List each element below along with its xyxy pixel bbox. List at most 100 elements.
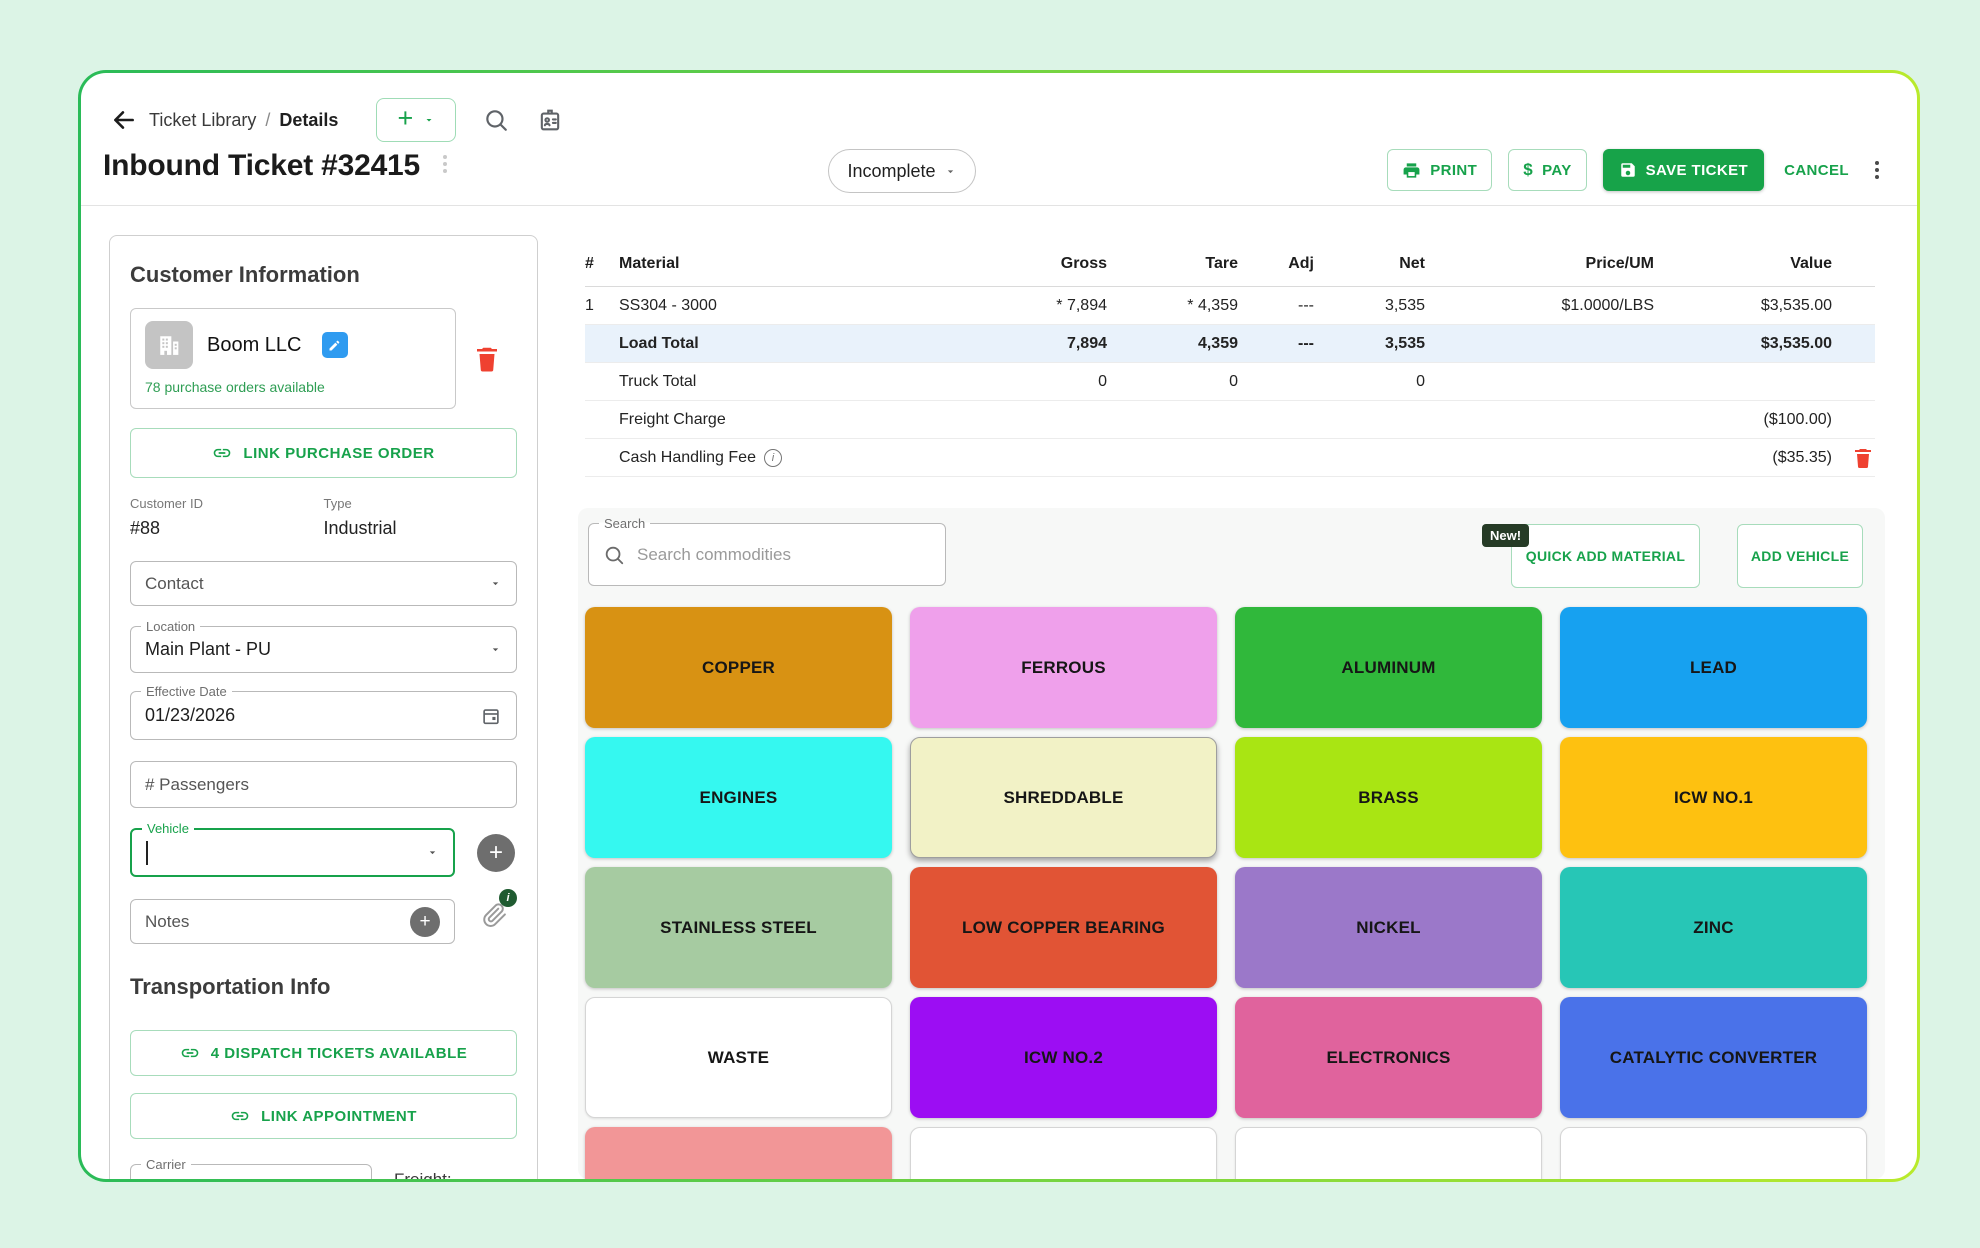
link-purchase-order-button[interactable]: LINK PURCHASE ORDER (130, 428, 517, 478)
commodity-partial-16[interactable] (585, 1127, 892, 1182)
delete-fee-trash-icon[interactable] (1851, 446, 1875, 470)
new-ticket-button[interactable]: + (376, 98, 456, 142)
customer-id-label: Customer ID (130, 496, 324, 511)
save-ticket-button[interactable]: SAVE TICKET (1603, 149, 1764, 191)
materials-table: # Material Gross Tare Adj Net Price/UM V… (585, 241, 1875, 477)
type-value: Industrial (324, 518, 518, 539)
commodity-zinc[interactable]: ZINC (1560, 867, 1867, 988)
commodity-label: ELECTRONICS (1326, 1048, 1450, 1068)
add-note-plus-button[interactable]: + (410, 907, 440, 937)
passengers-label: # Passengers (145, 775, 249, 795)
pay-button[interactable]: $ PAY (1508, 149, 1586, 191)
chevron-down-icon (489, 577, 502, 590)
attachment-area[interactable]: i (481, 901, 509, 929)
commodity-search-field[interactable]: Search (588, 523, 946, 586)
commodity-label: LOW COPPER BEARING (962, 918, 1165, 938)
customer-sidebar: Customer Information Boom LLC 78 purchas… (109, 235, 538, 1182)
commodity-electronics[interactable]: ELECTRONICS (1235, 997, 1542, 1118)
print-label: PRINT (1430, 162, 1477, 179)
commodity-label: LEAD (1690, 658, 1737, 678)
commodity-low-copper-bearing[interactable]: LOW COPPER BEARING (910, 867, 1217, 988)
customer-card[interactable]: Boom LLC 78 purchase orders available (130, 308, 456, 409)
passengers-field[interactable]: # Passengers (130, 761, 517, 808)
header-divider (81, 205, 1917, 206)
chevron-down-icon (426, 846, 439, 859)
type-label: Type (324, 496, 518, 511)
title-more-icon[interactable] (443, 155, 447, 173)
commodity-copper[interactable]: COPPER (585, 607, 892, 728)
commodity-lead[interactable]: LEAD (1560, 607, 1867, 728)
chevron-down-icon (423, 114, 435, 126)
contact-select[interactable]: Contact (130, 561, 517, 606)
search-icon[interactable] (478, 102, 514, 138)
dispatch-tickets-button[interactable]: 4 DISPATCH TICKETS AVAILABLE (130, 1030, 517, 1076)
commodity-label: ALUMINUM (1341, 658, 1435, 678)
commodity-label: STAINLESS STEEL (660, 918, 817, 938)
commodity-search-input[interactable] (635, 544, 889, 566)
save-icon (1619, 161, 1637, 179)
info-icon[interactable]: i (764, 449, 782, 467)
notes-label: Notes (145, 912, 189, 932)
commodity-icw-no-2[interactable]: ICW NO.2 (910, 997, 1217, 1118)
breadcrumb-separator: / (265, 110, 270, 131)
id-badge-icon[interactable] (532, 102, 568, 138)
printer-icon (1402, 161, 1421, 180)
search-field-label: Search (599, 515, 650, 532)
freight-label: Freight: (394, 1170, 452, 1182)
col-gross: Gross (979, 255, 1107, 273)
commodity-ferrous[interactable]: FERROUS (910, 607, 1217, 728)
commodity-shreddable[interactable]: SHREDDABLE (910, 737, 1217, 858)
chevron-down-icon (489, 643, 502, 656)
dollar-icon: $ (1523, 160, 1533, 180)
commodity-label: COPPER (702, 658, 775, 678)
status-dropdown[interactable]: Incomplete (828, 149, 976, 193)
print-button[interactable]: PRINT (1387, 149, 1492, 191)
contact-label: Contact (145, 574, 204, 594)
header-actions: PRINT $ PAY SAVE TICKET CANCEL (1387, 150, 1885, 190)
commodity-waste[interactable]: WASTE (585, 997, 892, 1118)
commodity-nickel[interactable]: NICKEL (1235, 867, 1542, 988)
calendar-icon[interactable] (480, 705, 502, 727)
commodity-label: SHREDDABLE (1003, 788, 1123, 808)
commodity-icw-no-1[interactable]: ICW NO.1 (1560, 737, 1867, 858)
col-value: Value (1654, 255, 1832, 273)
commodity-aluminum[interactable]: ALUMINUM (1235, 607, 1542, 728)
commodity-grid: COPPER FERROUS ALUMINUM LEAD ENGINES SHREDDAB… (585, 607, 1867, 1182)
commodity-partial-17[interactable] (910, 1127, 1217, 1182)
remove-customer-trash-icon[interactable] (456, 308, 517, 409)
commodity-partial-19[interactable] (1560, 1127, 1867, 1182)
link-appointment-button[interactable]: LINK APPOINTMENT (130, 1093, 517, 1139)
commodity-stainless-steel[interactable]: STAINLESS STEEL (585, 867, 892, 988)
add-vehicle-button[interactable]: ADD VEHICLE (1737, 524, 1863, 588)
carrier-field[interactable]: Carrier (130, 1164, 372, 1182)
commodity-partial-18[interactable] (1235, 1127, 1542, 1182)
breadcrumb-library[interactable]: Ticket Library (149, 110, 256, 131)
vehicle-combobox[interactable]: Vehicle (130, 828, 455, 877)
pay-label: PAY (1542, 162, 1572, 179)
location-value: Main Plant - PU (145, 639, 271, 660)
commodity-catalytic-converter[interactable]: CATALYTIC CONVERTER (1560, 997, 1867, 1118)
cancel-button[interactable]: CANCEL (1780, 162, 1853, 179)
building-icon (145, 321, 193, 369)
transportation-heading: Transportation Info (130, 974, 517, 1000)
customer-info-heading: Customer Information (130, 262, 517, 288)
back-arrow-icon[interactable] (107, 103, 141, 137)
effective-date-field[interactable]: Effective Date 01/23/2026 (130, 691, 517, 740)
carrier-label: Carrier (141, 1156, 191, 1173)
table-row-material[interactable]: 1 SS304 - 3000 * 7,894 * 4,359 --- 3,535… (585, 287, 1875, 325)
plus-icon: + (398, 105, 414, 132)
add-vehicle-plus-button[interactable]: + (477, 834, 515, 872)
more-actions-icon[interactable] (1869, 157, 1885, 183)
col-adj: Adj (1238, 255, 1314, 273)
chevron-down-icon (944, 165, 957, 178)
commodity-engines[interactable]: ENGINES (585, 737, 892, 858)
notes-field[interactable]: Notes + (130, 899, 455, 944)
toolbar: Ticket Library / Details + (107, 99, 568, 141)
breadcrumb-current: Details (279, 110, 338, 131)
quick-add-material-button[interactable]: QUICK ADD MATERIAL (1511, 524, 1700, 588)
location-select[interactable]: Location Main Plant - PU (130, 626, 517, 673)
edit-customer-icon[interactable] (322, 332, 348, 358)
col-material: Material (619, 255, 979, 273)
commodity-brass[interactable]: BRASS (1235, 737, 1542, 858)
page-title: Inbound Ticket #32415 (103, 149, 420, 183)
